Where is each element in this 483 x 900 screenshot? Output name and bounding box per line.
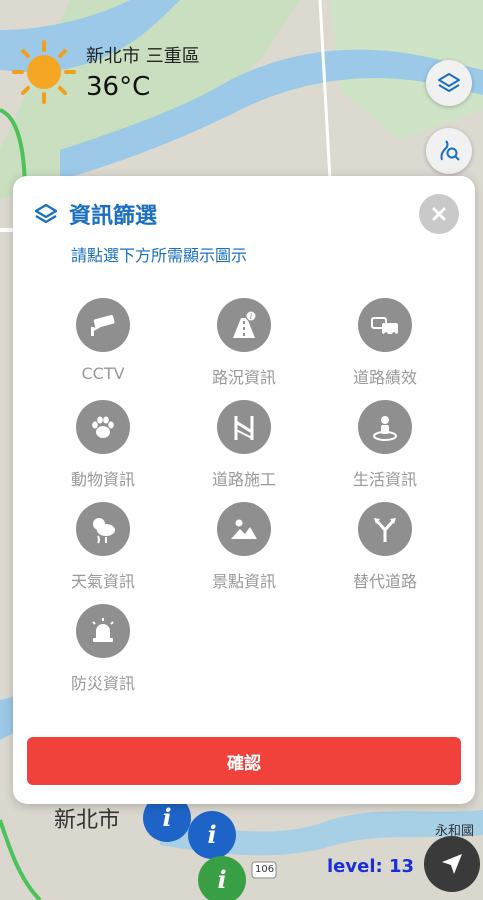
filter-road-info[interactable]: i 路況資訊 <box>184 298 304 388</box>
filter-label: 生活資訊 <box>352 470 417 489</box>
road-info-icon: i <box>233 310 257 338</box>
traffic-cars-icon <box>371 317 398 336</box>
layers-icon <box>34 203 58 224</box>
filter-life-info[interactable]: 生活資訊 <box>325 400 445 490</box>
scenery-icon <box>231 519 257 539</box>
navigation-arrow-icon <box>442 854 462 874</box>
route-search-icon <box>440 140 460 161</box>
construction-icon <box>234 416 254 440</box>
svg-text:i: i <box>162 803 171 832</box>
close-icon <box>432 207 446 221</box>
map-district-label: 新北市 <box>54 808 121 833</box>
filter-weather-info[interactable]: 天氣資訊 <box>43 502 163 592</box>
filter-road-performance[interactable]: 道路績效 <box>325 298 445 388</box>
person-location-icon <box>373 416 397 441</box>
filter-cctv[interactable]: CCTV <box>43 298 163 383</box>
zoom-level-indicator: level: 13 <box>327 856 415 877</box>
filter-label: CCTV <box>81 364 125 383</box>
locate-me-button[interactable] <box>424 836 480 892</box>
fork-arrow-icon <box>374 518 396 542</box>
filter-label: 動物資訊 <box>70 470 135 489</box>
filter-label: 道路績效 <box>352 368 417 387</box>
filter-alternate-road[interactable]: 替代道路 <box>325 502 445 592</box>
weather-temperature: 36°C <box>86 72 151 102</box>
paw-icon <box>92 416 114 438</box>
filter-scenery-info[interactable]: 景點資訊 <box>184 502 304 592</box>
dialog-header: 資訊篩選 <box>33 198 157 230</box>
weather-location: 新北市 三重區 <box>86 46 200 67</box>
filter-label: 防災資訊 <box>70 674 135 693</box>
dialog-subtitle: 請點選下方所需顯示圖示 <box>71 246 248 265</box>
route-search-button[interactable] <box>426 128 472 174</box>
svg-text:i: i <box>250 312 253 321</box>
layers-icon <box>438 73 460 92</box>
filter-animal-info[interactable]: 動物資訊 <box>43 400 163 490</box>
dialog-title: 資訊篩選 <box>69 204 158 229</box>
filter-label: 天氣資訊 <box>70 572 135 591</box>
close-button[interactable] <box>419 194 459 234</box>
layers-button[interactable] <box>426 60 472 106</box>
cctv-icon <box>91 314 115 336</box>
info-filter-dialog: 資訊篩選 請點選下方所需顯示圖示 CCTV i 路況資訊 道路績效 動物資訊 道… <box>13 176 475 804</box>
filter-label: 路況資訊 <box>211 368 276 387</box>
weather-icon <box>93 518 115 544</box>
filter-disaster-info[interactable]: 防災資訊 <box>43 604 163 694</box>
weather-widget: 新北市 三重區 36°C <box>12 40 200 104</box>
siren-icon <box>92 618 114 642</box>
svg-text:i: i <box>217 865 226 894</box>
filter-label: 景點資訊 <box>211 572 276 591</box>
filter-label: 道路施工 <box>211 470 276 489</box>
sun-icon <box>12 40 76 104</box>
filter-road-construction[interactable]: 道路施工 <box>184 400 304 490</box>
confirm-button[interactable]: 確認 <box>27 737 461 785</box>
svg-text:i: i <box>207 820 216 849</box>
filter-label: 替代道路 <box>352 572 417 591</box>
road-badge: 106 <box>255 864 275 875</box>
